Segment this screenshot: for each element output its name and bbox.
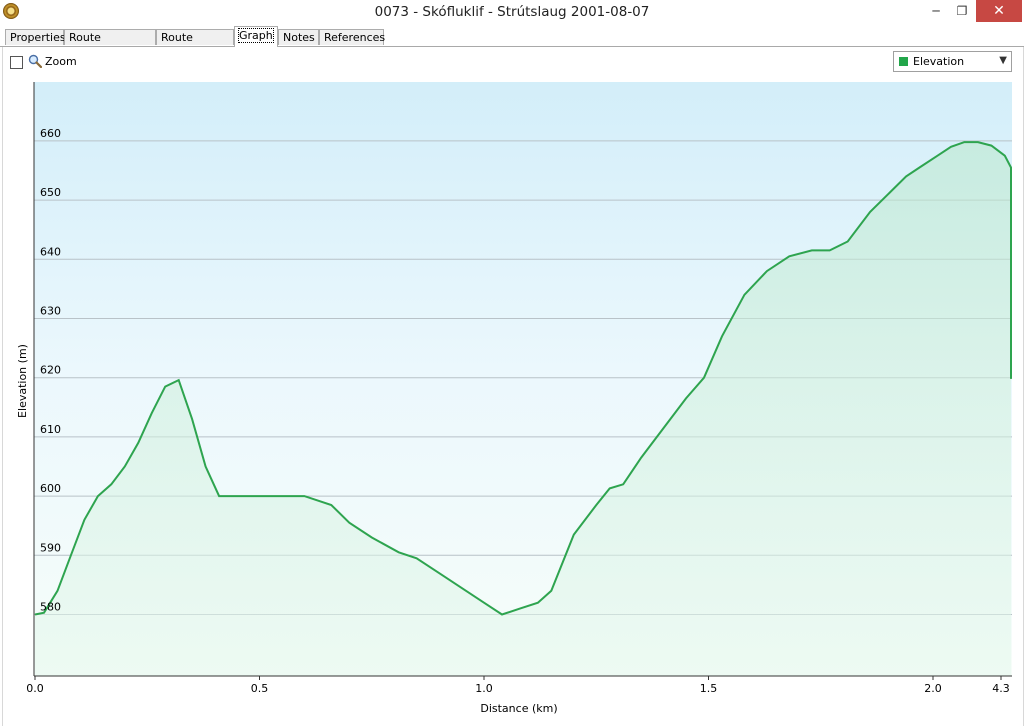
x-tick-labels: 0.00.51.01.52.02.53.03.54.04.3 xyxy=(26,676,1010,695)
elevation-chart[interactable]: 580 590 600 610 620 630 640 650 660 0.0 0.5 1.0 1.5… xyxy=(0,0,1024,728)
x-tick-label: 0.5 xyxy=(251,682,269,695)
y-tick-label: 600 xyxy=(40,482,61,495)
y-tick-label: 580 xyxy=(40,601,61,614)
y-tick-label: 590 xyxy=(40,541,61,554)
y-tick-label: 660 xyxy=(40,127,61,140)
y-tick-label: 650 xyxy=(40,186,61,199)
y-tick-label: 610 xyxy=(40,423,61,436)
y-axis-label: Elevation (m) xyxy=(16,344,29,418)
x-axis-label: Distance (km) xyxy=(480,702,557,715)
x-tick-label: 1.0 xyxy=(475,682,493,695)
y-tick-label: 630 xyxy=(40,305,61,318)
y-tick-label: 620 xyxy=(40,364,61,377)
x-tick-label: 0.0 xyxy=(26,682,44,695)
x-tick-label: 2.0 xyxy=(924,682,942,695)
x-tick-label: 1.5 xyxy=(700,682,718,695)
x-tick-label: 4.3 xyxy=(992,682,1010,695)
y-tick-label: 640 xyxy=(40,245,61,258)
